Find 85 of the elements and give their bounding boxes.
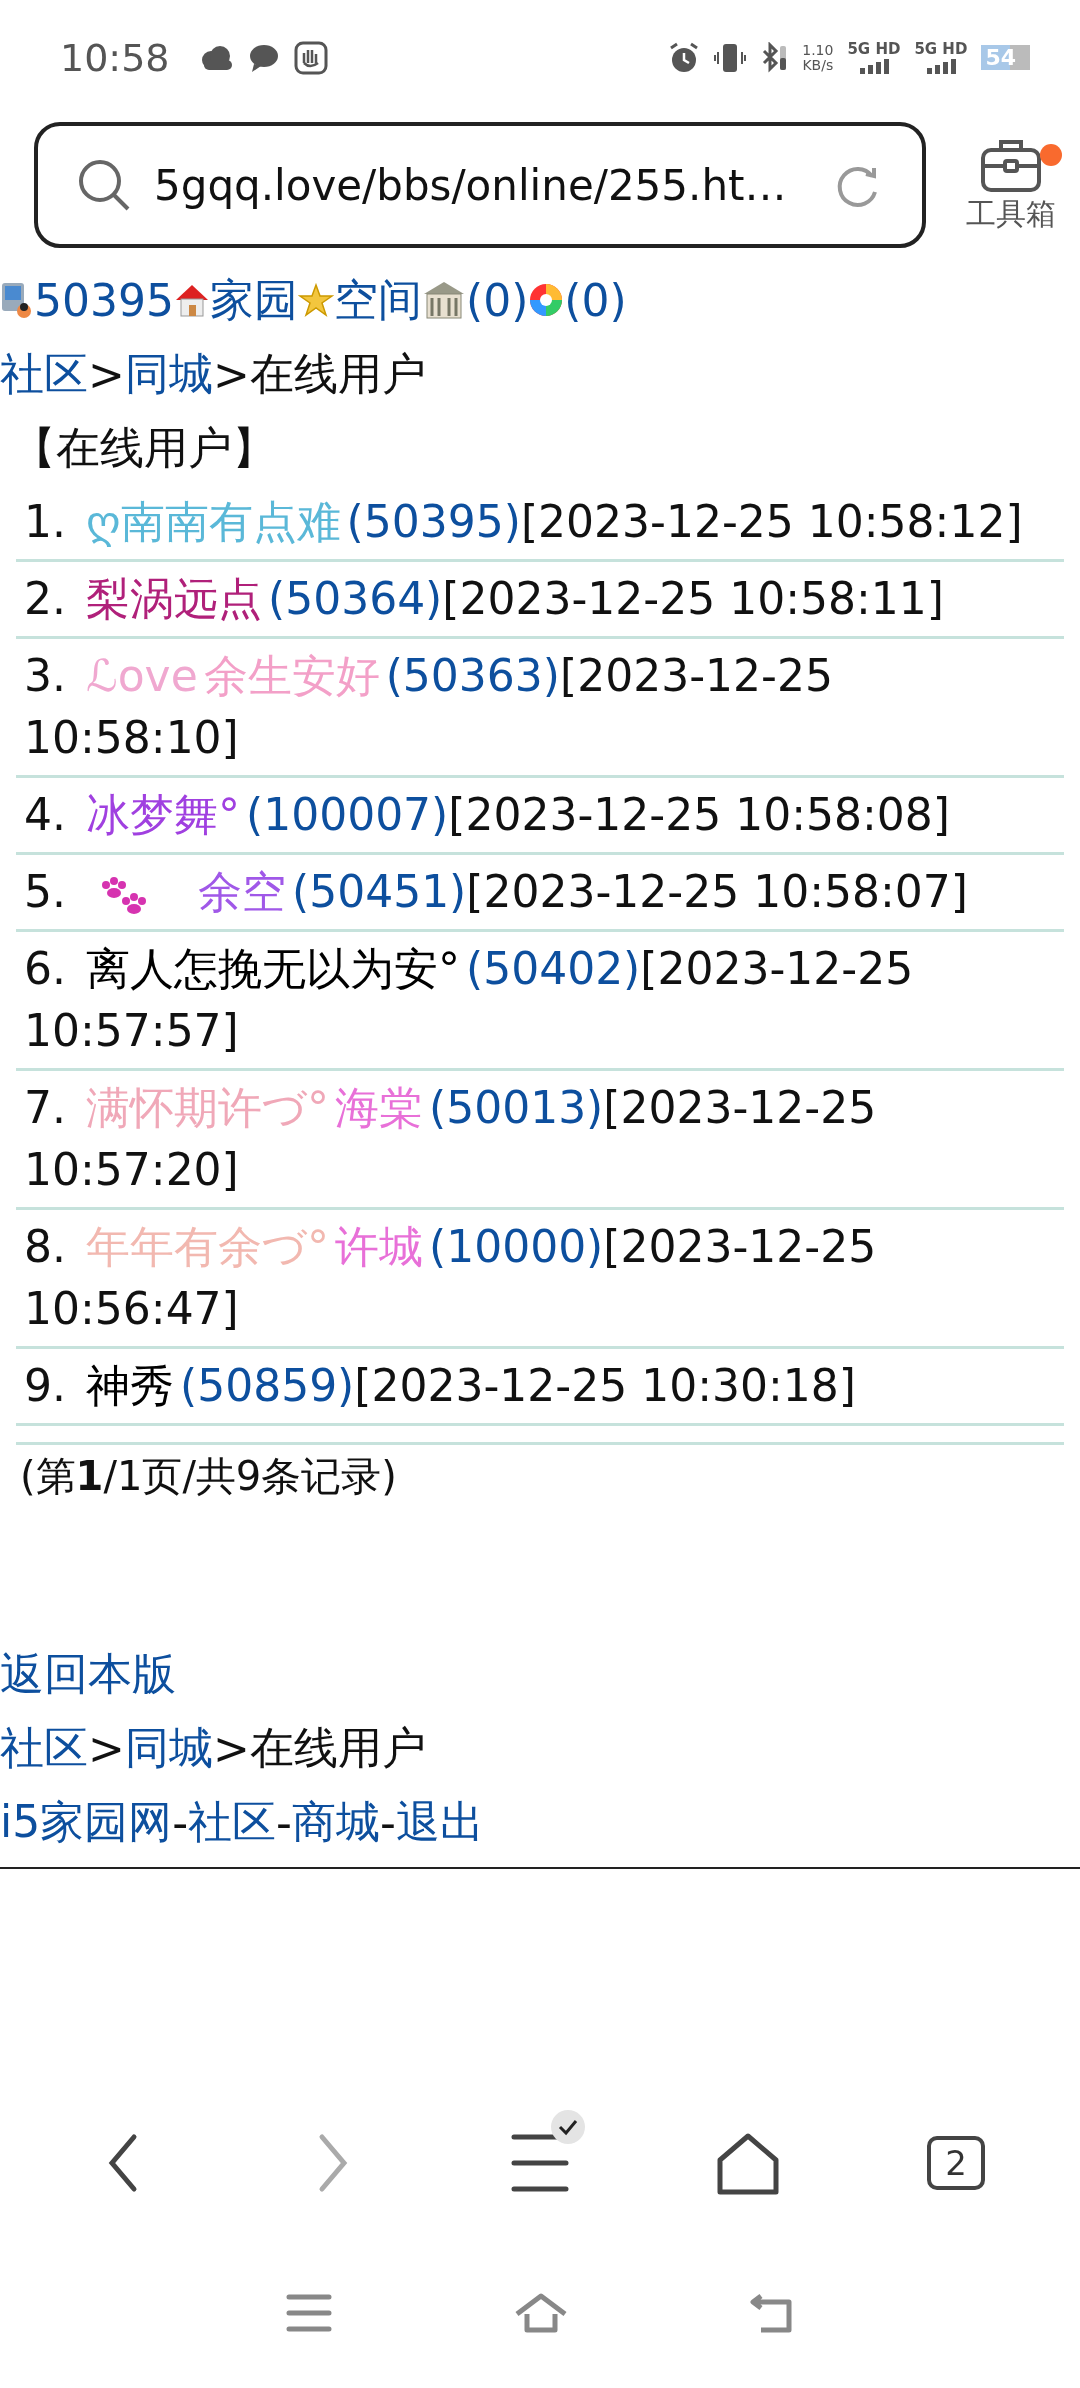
last-active-date: [2023-12-25 xyxy=(640,943,914,994)
current-page: 在线用户 xyxy=(249,1720,426,1775)
username[interactable]: 梨涡远点 xyxy=(86,573,262,624)
row-number: 5. xyxy=(24,866,66,917)
breadcrumb-link[interactable]: 社区 xyxy=(0,344,88,404)
separator: - xyxy=(276,1796,292,1848)
user-bar-link[interactable]: 家园 xyxy=(210,270,298,330)
speed-unit: KB/s xyxy=(802,57,834,73)
network-type: 5G HD xyxy=(847,41,901,58)
back-link[interactable]: 返回本版 xyxy=(0,1644,176,1704)
breadcrumb-link[interactable]: 退出 xyxy=(395,1792,484,1852)
user-id-link[interactable]: (50395) xyxy=(346,496,521,547)
last-active-date: [2023-12-25 xyxy=(603,1082,877,1133)
pagination-info: (第1/1页/共9条记录) xyxy=(20,1453,397,1499)
breadcrumb-link[interactable]: 同城 xyxy=(124,344,213,404)
last-active-time: 10:57:20] xyxy=(24,1144,239,1195)
home-icon[interactable] xyxy=(716,2130,780,2196)
user-id-link[interactable]: (10000) xyxy=(429,1221,604,1272)
row-number: 9. xyxy=(24,1360,66,1411)
user-bar-link[interactable]: 50395 xyxy=(34,274,174,326)
last-active-time: 10:58:10] xyxy=(24,712,239,763)
separator: - xyxy=(380,1796,396,1848)
breadcrumb-link[interactable]: 社区 xyxy=(0,1718,88,1778)
separator: > xyxy=(212,1722,250,1774)
breadcrumb-link[interactable]: 商城 xyxy=(292,1792,380,1852)
bluetooth-icon xyxy=(760,41,789,74)
network-type: 5G HD xyxy=(914,41,968,58)
row-number: 3. xyxy=(24,650,66,701)
search-icon xyxy=(76,157,132,213)
user-id-link[interactable]: (50402) xyxy=(466,943,641,994)
last-active-time: 10:58:07] xyxy=(753,866,968,917)
last-active-time: 10:58:12] xyxy=(807,496,1023,547)
user-id-link[interactable]: (50859) xyxy=(180,1360,355,1411)
user-id-link[interactable]: (50363) xyxy=(385,650,560,701)
breadcrumb-link[interactable]: 社区 xyxy=(188,1792,277,1852)
last-active-time: 10:58:11] xyxy=(729,573,944,624)
clock: 10:58 xyxy=(60,35,170,80)
username[interactable]: 离人怎挽无以为安° xyxy=(86,943,460,994)
star-icon xyxy=(298,283,334,317)
user-id-link[interactable]: (50451) xyxy=(292,866,467,917)
last-active-date: [2023-12-25 xyxy=(560,650,833,701)
hand-icon xyxy=(293,40,328,75)
separator: > xyxy=(88,348,125,400)
vibrate-icon xyxy=(714,41,747,74)
username[interactable]: 神秀 xyxy=(86,1360,174,1411)
row-number: 7. xyxy=(24,1082,66,1133)
user-bar-link[interactable]: 空间 xyxy=(334,270,422,330)
last-active-date: [2023-12-25 xyxy=(354,1360,628,1411)
computer-icon xyxy=(0,281,34,319)
last-active-date: [2023-12-25 xyxy=(448,789,722,840)
last-active-time: 10:30:18] xyxy=(641,1360,856,1411)
username[interactable]: 余空 xyxy=(198,866,286,917)
building-icon xyxy=(422,280,466,320)
toolbox-label[interactable]: 工具箱 xyxy=(966,193,1056,235)
battery: 54 xyxy=(981,45,1030,70)
house-icon xyxy=(174,282,210,318)
row-number: 4. xyxy=(24,789,66,840)
pinwheel-icon xyxy=(528,282,565,318)
username[interactable]: 冰梦舞° xyxy=(86,789,240,840)
row-number: 1. xyxy=(24,496,66,547)
row-number: 8. xyxy=(24,1221,66,1272)
last-active-time: 10:57:57] xyxy=(24,1005,239,1056)
user-bar-link[interactable]: (0) xyxy=(466,274,529,326)
user-id-link[interactable]: (50364) xyxy=(268,573,443,624)
last-active-time: 10:56:47] xyxy=(24,1283,239,1334)
current-page: 在线用户 xyxy=(249,346,426,401)
network-speed: 1.10 xyxy=(802,42,834,58)
breadcrumb-link[interactable]: i5家园网 xyxy=(0,1792,173,1852)
address-field[interactable]: 5gqq.love/bbs/online/255.ht… xyxy=(34,122,926,248)
section-heading: 【在线用户】 xyxy=(11,420,277,475)
last-active-date: [2023-12-25 xyxy=(520,496,794,547)
separator: > xyxy=(88,1722,125,1774)
last-active-time: 10:58:08] xyxy=(735,789,950,840)
separator: > xyxy=(212,348,250,400)
row-number: 6. xyxy=(24,943,66,994)
last-active-date: [2023-12-25 xyxy=(466,866,740,917)
breadcrumb-link[interactable]: 同城 xyxy=(124,1718,213,1778)
user-id-link[interactable]: (50013) xyxy=(429,1082,604,1133)
user-bar-link[interactable]: (0) xyxy=(564,274,627,326)
last-active-date: [2023-12-25 xyxy=(442,573,716,624)
tab-count-button[interactable]: 2 xyxy=(927,2136,985,2190)
last-active-date: [2023-12-25 xyxy=(603,1221,877,1272)
row-number: 2. xyxy=(24,573,66,624)
separator: - xyxy=(172,1796,189,1848)
user-id-link[interactable]: (100007) xyxy=(246,789,449,840)
